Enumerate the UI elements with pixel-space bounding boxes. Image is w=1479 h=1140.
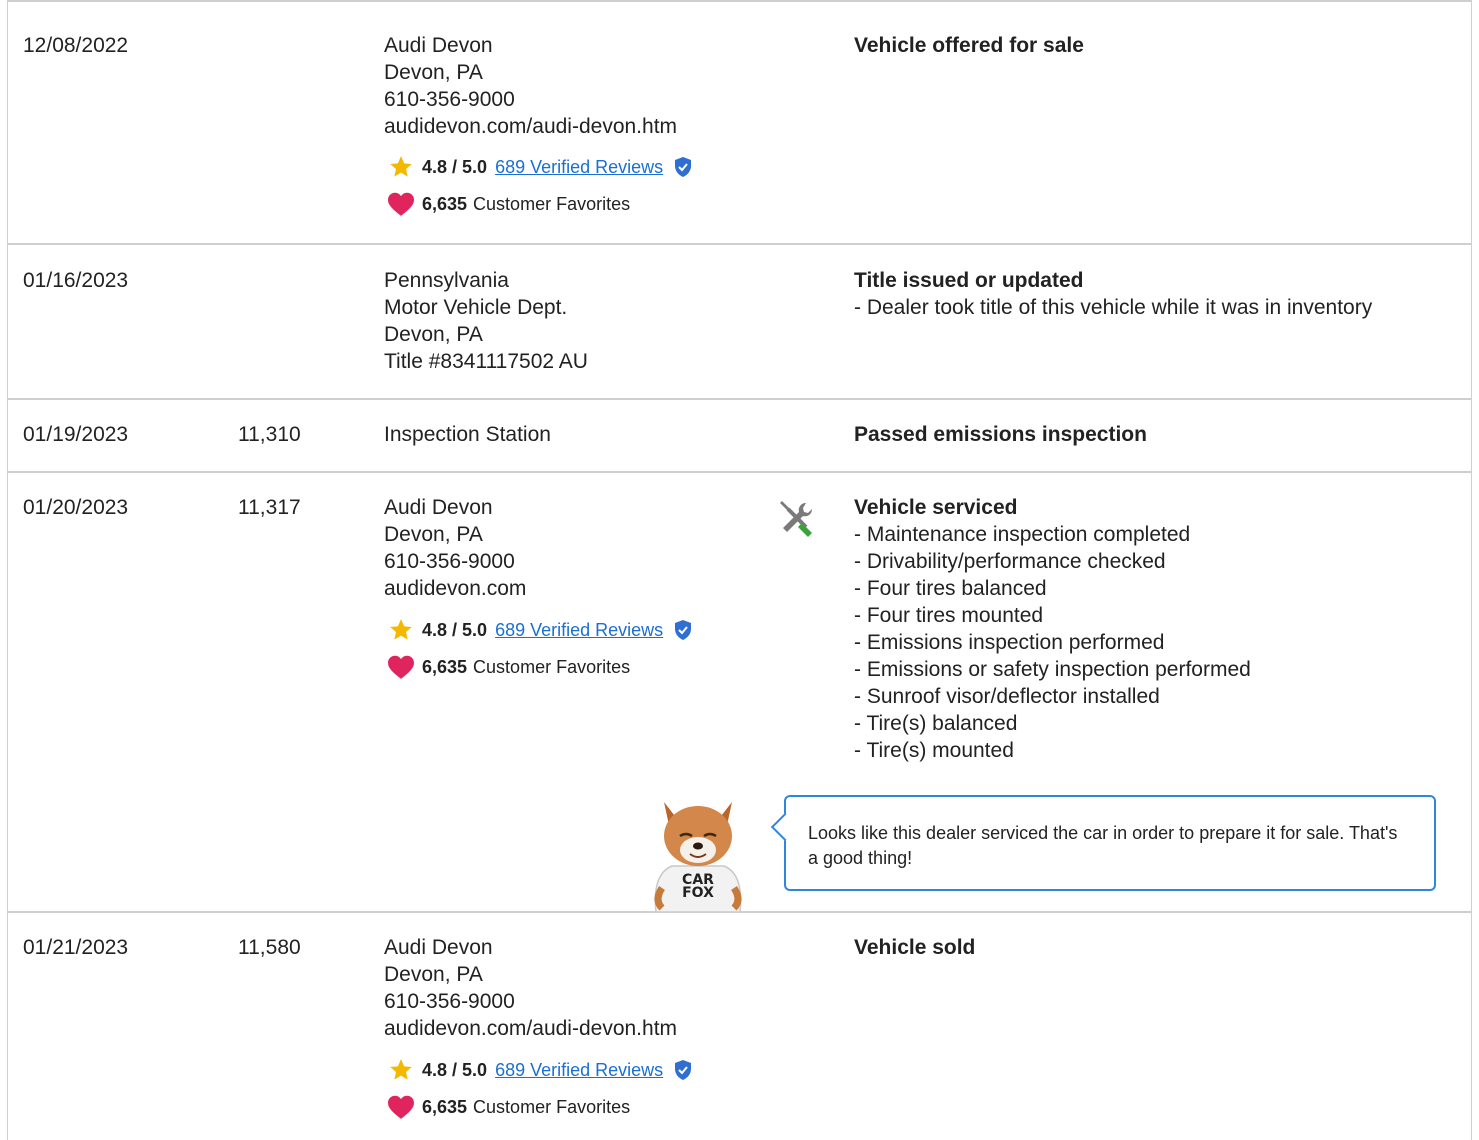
history-row	[8, 398, 1472, 473]
comment-line: - Dealer took title of this vehicle whil…	[854, 296, 1373, 319]
record-source: Inspection Station	[384, 421, 551, 448]
dealer-website: audidevon.com/audi-devon.htm	[384, 1017, 678, 1040]
history-row	[8, 911, 1472, 1140]
source-location: Devon, PA	[384, 323, 483, 346]
comment-line: - Tire(s) balanced	[854, 712, 1018, 735]
comment-title: Vehicle offered for sale	[854, 34, 1084, 57]
dealer-location: Devon, PA	[384, 523, 483, 546]
dealer-website: audidevon.com/audi-devon.htm	[384, 115, 678, 138]
comment-title: Passed emissions inspection	[854, 423, 1147, 446]
dealer-phone: 610-356-9000	[384, 88, 515, 111]
record-comment: Vehicle serviced - Maintenance inspectio…	[854, 494, 1251, 764]
star-icon	[386, 1057, 416, 1083]
record-odometer: 11,317	[238, 496, 301, 519]
record-comment: Passed emissions inspection	[854, 421, 1147, 448]
record-source: Audi Devon Devon, PA 610-356-9000 audide…	[384, 934, 677, 1042]
dealer-name: Audi Devon	[384, 496, 493, 519]
history-row	[8, 0, 1472, 245]
comment-line: - Drivability/performance checked	[854, 550, 1166, 573]
favorites-count: 6,635	[422, 1096, 468, 1117]
comment-line: - Four tires mounted	[854, 604, 1044, 627]
source-name: Pennsylvania	[384, 269, 509, 292]
record-date: 01/19/2023	[23, 423, 129, 446]
carfox-tip-bubble: Looks like this dealer serviced the car …	[784, 795, 1436, 891]
dealer-rating: 4.8 / 5.0	[422, 156, 488, 177]
record-date: 12/08/2022	[23, 34, 129, 57]
carfox-tip-text: Looks like this dealer serviced the car …	[808, 823, 1398, 868]
source-name: Inspection Station	[384, 423, 551, 446]
verified-shield-icon	[675, 1060, 692, 1080]
favorites-count: 6,635	[422, 193, 468, 214]
verified-reviews-link[interactable]: 689 Verified Reviews	[495, 1060, 663, 1081]
dealer-ratings: 4.8 / 5.0 689 Verified Reviews 6,635 Cus…	[386, 154, 693, 217]
favorites-count: 6,635	[422, 656, 468, 677]
comment-line: - Four tires balanced	[854, 577, 1047, 600]
dealer-rating: 4.8 / 5.0	[422, 1059, 488, 1080]
favorites-label: Customer Favorites	[473, 193, 631, 214]
record-date: 01/20/2023	[23, 496, 129, 519]
record-date: 01/16/2023	[23, 269, 129, 292]
star-icon	[386, 617, 416, 643]
dealer-rating: 4.8 / 5.0	[422, 619, 488, 640]
dealer-location: Devon, PA	[384, 963, 483, 986]
verified-shield-icon	[675, 620, 692, 640]
comment-title: Vehicle sold	[854, 936, 976, 959]
star-icon	[386, 154, 416, 180]
comment-title: Vehicle serviced	[854, 496, 1018, 519]
comment-line: - Tire(s) mounted	[854, 739, 1014, 762]
title-number: Title #8341117502 AU	[384, 350, 588, 373]
dealer-phone: 610-356-9000	[384, 990, 515, 1013]
carfox-mascot-icon: CAR FOX	[654, 802, 742, 912]
service-wrench-icon	[780, 501, 813, 537]
favorites-label: Customer Favorites	[473, 656, 631, 677]
heart-icon	[386, 191, 416, 217]
mascot-shirt-text: FOX	[682, 885, 714, 901]
dealer-location: Devon, PA	[384, 61, 483, 84]
dealer-ratings: 4.8 / 5.0 689 Verified Reviews 6,635 Cus…	[386, 617, 693, 680]
record-source: Audi Devon Devon, PA 610-356-9000 audide…	[384, 494, 526, 602]
record-source: Audi Devon Devon, PA 610-356-9000 audide…	[384, 32, 677, 140]
comment-line: - Emissions or safety inspection perform…	[854, 658, 1251, 681]
record-source: Pennsylvania Motor Vehicle Dept. Devon, …	[384, 267, 588, 375]
comment-line: - Sunroof visor/deflector installed	[854, 685, 1160, 708]
source-dept: Motor Vehicle Dept.	[384, 296, 568, 319]
record-odometer: 11,310	[238, 423, 301, 446]
comment-line: - Maintenance inspection completed	[854, 523, 1191, 546]
favorites-label: Customer Favorites	[473, 1096, 631, 1117]
comment-line: - Emissions inspection performed	[854, 631, 1165, 654]
verified-shield-icon	[675, 157, 692, 177]
dealer-ratings: 4.8 / 5.0 689 Verified Reviews 6,635 Cus…	[386, 1057, 693, 1120]
verified-reviews-link[interactable]: 689 Verified Reviews	[495, 620, 663, 641]
dealer-phone: 610-356-9000	[384, 550, 515, 573]
heart-icon	[386, 654, 416, 680]
record-date: 01/21/2023	[23, 936, 129, 959]
verified-reviews-link[interactable]: 689 Verified Reviews	[495, 157, 663, 178]
comment-title: Title issued or updated	[854, 269, 1084, 292]
record-comment: Vehicle offered for sale	[854, 32, 1084, 59]
heart-icon	[386, 1094, 416, 1120]
record-comment: Vehicle sold	[854, 934, 975, 961]
dealer-name: Audi Devon	[384, 936, 493, 959]
record-comment: Title issued or updated - Dealer took ti…	[854, 267, 1372, 321]
dealer-website: audidevon.com	[384, 577, 527, 600]
record-odometer: 11,580	[238, 936, 301, 959]
dealer-name: Audi Devon	[384, 34, 493, 57]
